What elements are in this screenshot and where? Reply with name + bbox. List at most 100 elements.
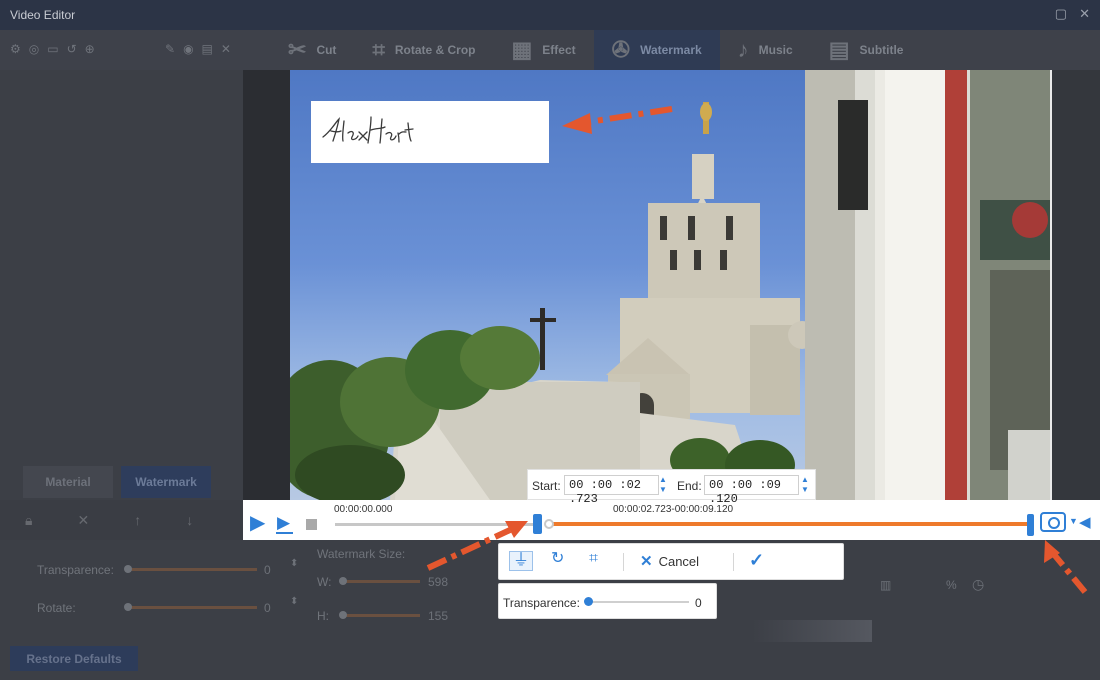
tab-subtitle[interactable]: ▤ Subtitle — [811, 30, 922, 70]
tab-label: Subtitle — [859, 43, 904, 57]
tab-watermark-panel[interactable]: Watermark — [121, 466, 211, 498]
tab-label: Effect — [542, 43, 576, 57]
scissors-icon: ✂ — [288, 37, 307, 62]
tab-label: Watermark — [640, 43, 702, 57]
rotate-label: Rotate: — [37, 601, 76, 615]
eye-icon[interactable]: ◉ — [183, 42, 193, 56]
title-bar: Video Editor ▢ ✕ — [0, 0, 1100, 30]
tab-label: Cut — [316, 43, 337, 57]
cancel-button[interactable]: ✕ Cancel — [640, 554, 699, 569]
signature-image — [322, 116, 414, 144]
tool-icon[interactable]: ▭ — [47, 42, 58, 56]
close-icon: ✕ — [640, 553, 653, 570]
start-time-input[interactable]: 00 :00 :02 .723 — [564, 475, 659, 506]
playback-bar: ▶ ▶ 00:00:00.000 00:00:02.723-00:00:09.1… — [243, 500, 1100, 540]
preview-margin — [243, 70, 290, 500]
timeline-track[interactable] — [335, 523, 535, 526]
tool-icon[interactable]: ⚙ — [10, 42, 21, 56]
volume-icon[interactable]: ◀ — [1079, 515, 1091, 530]
tab-cut[interactable]: ✂ Cut — [270, 30, 354, 70]
rotate-slider[interactable] — [124, 603, 257, 611]
range-time-popup: Start: 00 :00 :02 .723 ▲ ▼ End: 00 :00 :0… — [527, 469, 816, 506]
tab-label: Music — [758, 43, 793, 57]
tool-icon[interactable]: ◎ — [29, 42, 39, 56]
tab-watermark[interactable]: ✇ Watermark — [593, 30, 720, 70]
editor-toolbar: ⚙ ◎ ▭ ↺ ⊕ ✎ ◉ ▤ ✕ ✂ Cut ⌗ Rotate & Crop ▦ E… — [0, 30, 1100, 70]
crop-icon: ⌗ — [372, 37, 385, 62]
fit-icon[interactable]: ⌗ — [589, 551, 598, 567]
confirm-check-icon[interactable]: ✓ — [749, 551, 764, 569]
restore-defaults-button[interactable]: Restore Defaults — [10, 646, 138, 671]
subtitle-icon: ▤ — [828, 37, 850, 62]
clapper-icon: ▦ — [511, 37, 533, 62]
cancel-label: Cancel — [658, 554, 700, 569]
width-label: W: — [317, 575, 332, 589]
window-title: Video Editor — [10, 8, 76, 22]
separator — [623, 553, 624, 571]
transparence-popup-label: Transparence: — [503, 596, 580, 610]
chart-icon: ▥ — [880, 578, 892, 592]
tab-material[interactable]: Material — [23, 466, 113, 498]
panel-tabs: Material Watermark — [23, 466, 211, 498]
small-tool-group: ⚙ ◎ ▭ ↺ ⊕ — [10, 42, 95, 56]
range-start-handle[interactable] — [533, 514, 542, 534]
selected-range[interactable] — [546, 522, 1030, 526]
watermark-action-popup: ⏚ ↻ ⌗ ✕ Cancel ✓ — [498, 543, 844, 580]
close-icon[interactable]: ✕ — [221, 42, 231, 56]
blurred-row — [752, 620, 872, 642]
snapshot-icon[interactable] — [1040, 512, 1066, 532]
start-spinner[interactable]: ▲ ▼ — [658, 475, 668, 495]
rotate-icon[interactable]: ↻ — [551, 551, 564, 567]
rotate-value: 0 — [264, 601, 271, 615]
tab-effect[interactable]: ▦ Effect — [494, 30, 594, 70]
transparence-label: Transparence: — [37, 563, 114, 577]
trash-icon[interactable]: ▤ — [202, 42, 213, 56]
lock-icon[interactable]: 🔒︎ — [25, 512, 32, 529]
tool-icon[interactable]: ⊕ — [85, 42, 95, 56]
move-down-icon[interactable]: ↓ — [186, 512, 193, 529]
clock-icon: ◷ — [972, 576, 985, 592]
playhead[interactable] — [544, 519, 554, 529]
delete-icon[interactable]: ✕ — [77, 512, 89, 529]
chevron-down-icon[interactable]: ▼ — [1069, 516, 1078, 526]
range-end-handle[interactable] — [1027, 514, 1034, 536]
move-up-icon[interactable]: ↑ — [134, 512, 141, 529]
transparence-value: 0 — [264, 563, 271, 577]
tab-music[interactable]: ♪ Music — [720, 30, 811, 70]
transparence-popup-handle[interactable] — [584, 597, 593, 606]
tab-rotate-crop[interactable]: ⌗ Rotate & Crop — [354, 30, 493, 70]
end-label: End: — [677, 479, 702, 493]
watermark-preview[interactable] — [311, 101, 549, 163]
music-note-icon: ♪ — [737, 37, 749, 62]
close-icon[interactable]: ✕ — [1079, 6, 1090, 22]
tool-icon[interactable]: ↺ — [67, 42, 77, 56]
transparence-slider[interactable] — [124, 565, 257, 573]
height-label: H: — [317, 609, 329, 623]
stop-icon[interactable] — [306, 519, 317, 530]
height-slider[interactable] — [339, 611, 420, 619]
separator — [733, 553, 734, 571]
watermark-size-label: Watermark Size: — [317, 547, 406, 561]
maximize-icon[interactable]: ▢ — [1055, 6, 1067, 22]
end-time-input[interactable]: 00 :00 :09 .120 — [704, 475, 799, 506]
width-value: 598 — [428, 575, 449, 589]
watermark-actions: 🔒︎ ✕ ↑ ↓ — [25, 512, 193, 529]
play-icon[interactable]: ▶ — [250, 513, 265, 533]
transparence-popup: Transparence: 0 — [498, 583, 717, 619]
window-controls: ▢ ✕ — [1055, 6, 1090, 22]
play-selection-icon[interactable]: ▶ — [276, 514, 294, 534]
preview-margin-right — [1052, 70, 1100, 500]
rotate-spinner[interactable]: ⬍ — [290, 596, 298, 607]
height-value: 155 — [428, 609, 449, 623]
current-time: 00:00:00.000 — [334, 504, 393, 515]
width-slider[interactable] — [339, 577, 420, 585]
percent-label: % — [946, 578, 957, 592]
transparence-popup-slider[interactable] — [587, 601, 689, 603]
transparence-spinner[interactable]: ⬍ — [290, 558, 298, 569]
film-reel-icon: ✇ — [611, 37, 631, 62]
tab-label: Rotate & Crop — [394, 43, 476, 57]
end-spinner[interactable]: ▲ ▼ — [800, 475, 810, 495]
watermark-icon[interactable]: ⏚ — [509, 551, 534, 571]
pencil-icon[interactable]: ✎ — [165, 42, 175, 56]
transparence-popup-value: 0 — [695, 596, 702, 610]
